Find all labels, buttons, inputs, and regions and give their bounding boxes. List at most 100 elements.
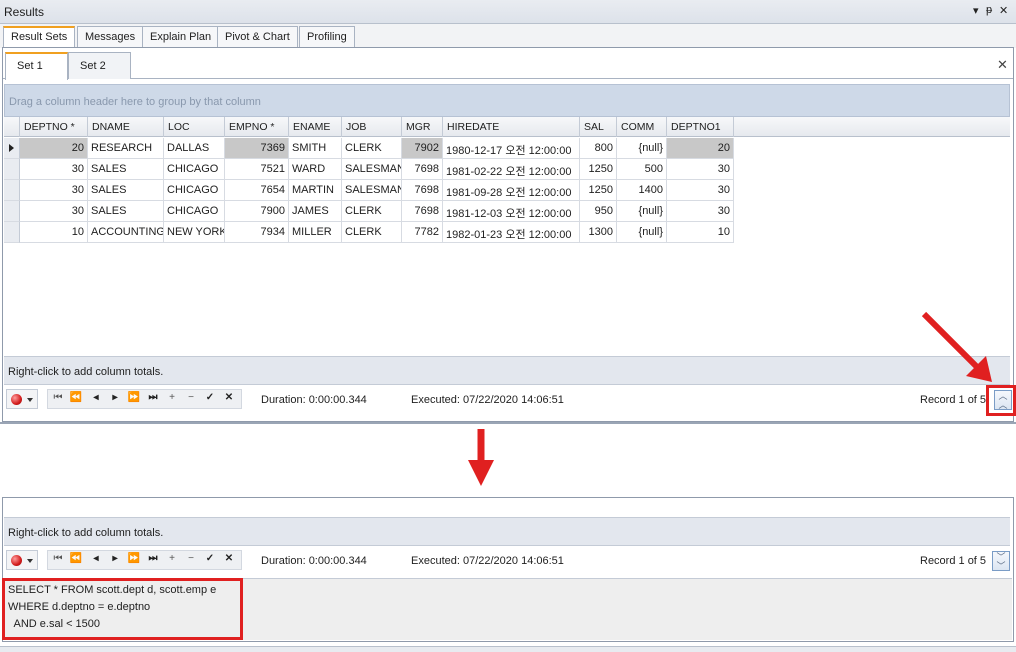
- cell-comm[interactable]: 500: [617, 159, 667, 180]
- cell-dname[interactable]: SALES: [88, 201, 164, 222]
- cell-deptno[interactable]: 20: [20, 138, 88, 159]
- cell-comm[interactable]: {null}: [617, 222, 667, 243]
- table-row[interactable]: 20 RESEARCH DALLAS 7369 SMITH CLERK 7902 1980-1…: [4, 138, 734, 159]
- table-row[interactable]: 10 ACCOUNTING NEW YORK 7934 MILLER CLERK 7782 1…: [4, 222, 734, 243]
- tab-pivot-chart[interactable]: Pivot & Chart: [217, 26, 298, 48]
- group-by-area[interactable]: Drag a column header here to group by th…: [4, 84, 1010, 117]
- cell-dname[interactable]: SALES: [88, 159, 164, 180]
- cell-loc[interactable]: CHICAGO: [164, 201, 225, 222]
- cell-mgr[interactable]: 7698: [402, 159, 443, 180]
- cell-hiredate[interactable]: 1982-01-23 오전 12:00:00: [443, 222, 580, 243]
- cell-loc[interactable]: CHICAGO: [164, 159, 225, 180]
- cell-hiredate[interactable]: 1981-02-22 오전 12:00:00: [443, 159, 580, 180]
- cell-loc[interactable]: DALLAS: [164, 138, 225, 159]
- cell-dname[interactable]: RESEARCH: [88, 138, 164, 159]
- cell-empno[interactable]: 7369: [225, 138, 289, 159]
- cell-deptno[interactable]: 30: [20, 201, 88, 222]
- last-page-icon[interactable]: ⏭: [145, 553, 161, 564]
- cell-mgr[interactable]: 7902: [402, 138, 443, 159]
- cell-mgr[interactable]: 7698: [402, 180, 443, 201]
- cell-job[interactable]: CLERK: [342, 138, 402, 159]
- table-row[interactable]: 30 SALES CHICAGO 7654 MARTIN SALESMAN 7698 1981…: [4, 180, 734, 201]
- column-header-loc[interactable]: LOC: [164, 117, 225, 137]
- next-record-icon[interactable]: ▸: [107, 392, 123, 403]
- close-icon[interactable]: ✕: [999, 4, 1008, 17]
- column-header-mgr[interactable]: MGR: [402, 117, 443, 137]
- totals-bar-lower[interactable]: Right-click to add column totals.: [4, 517, 1010, 546]
- cell-dname[interactable]: SALES: [88, 180, 164, 201]
- prev-record-icon[interactable]: ◂: [88, 553, 104, 564]
- cell-empno[interactable]: 7521: [225, 159, 289, 180]
- cell-deptno1[interactable]: 30: [667, 201, 734, 222]
- prev-page-icon[interactable]: ⏪: [68, 553, 84, 564]
- cell-empno[interactable]: 7654: [225, 180, 289, 201]
- confirm-icon[interactable]: ✓: [202, 392, 218, 403]
- cell-deptno1[interactable]: 30: [667, 180, 734, 201]
- table-row[interactable]: 30 SALES CHICAGO 7521 WARD SALESMAN 7698 1981-0…: [4, 159, 734, 180]
- dropdown-icon[interactable]: ▾: [973, 4, 979, 17]
- next-record-icon[interactable]: ▸: [107, 553, 123, 564]
- next-page-icon[interactable]: ⏩: [126, 392, 142, 403]
- pin-icon[interactable]: ᵽ: [986, 4, 992, 16]
- cell-sal[interactable]: 800: [580, 138, 617, 159]
- cell-comm[interactable]: 1400: [617, 180, 667, 201]
- close-set-icon[interactable]: ✕: [997, 57, 1008, 73]
- row-indicator[interactable]: [4, 222, 20, 243]
- cell-ename[interactable]: WARD: [289, 159, 342, 180]
- cancel-icon[interactable]: ✕: [221, 553, 237, 564]
- column-header-dname[interactable]: DNAME: [88, 117, 164, 137]
- collapse-sql-button[interactable]: ﹀ ﹀: [992, 551, 1010, 571]
- cell-ename[interactable]: JAMES: [289, 201, 342, 222]
- cell-empno[interactable]: 7934: [225, 222, 289, 243]
- cell-hiredate[interactable]: 1981-12-03 오전 12:00:00: [443, 201, 580, 222]
- column-header-ename[interactable]: ENAME: [289, 117, 342, 137]
- first-page-icon[interactable]: ⏮: [50, 553, 66, 564]
- column-header-sal[interactable]: SAL: [580, 117, 617, 137]
- cell-ename[interactable]: MILLER: [289, 222, 342, 243]
- row-indicator[interactable]: [4, 180, 20, 201]
- row-indicator[interactable]: [4, 159, 20, 180]
- add-record-icon[interactable]: +: [164, 553, 180, 564]
- cell-sal[interactable]: 950: [580, 201, 617, 222]
- record-button[interactable]: [6, 389, 38, 409]
- cell-hiredate[interactable]: 1981-09-28 오전 12:00:00: [443, 180, 580, 201]
- row-indicator[interactable]: [4, 201, 20, 222]
- tab-set-1[interactable]: Set 1: [5, 52, 68, 80]
- cell-sal[interactable]: 1250: [580, 180, 617, 201]
- column-header-job[interactable]: JOB: [342, 117, 402, 137]
- cell-deptno1[interactable]: 20: [667, 138, 734, 159]
- tab-messages[interactable]: Messages: [77, 26, 144, 48]
- tab-set-2[interactable]: Set 2: [68, 52, 131, 79]
- cell-comm[interactable]: {null}: [617, 138, 667, 159]
- delete-record-icon[interactable]: −: [183, 553, 199, 564]
- next-page-icon[interactable]: ⏩: [126, 553, 142, 564]
- cell-deptno[interactable]: 30: [20, 180, 88, 201]
- prev-record-icon[interactable]: ◂: [88, 392, 104, 403]
- add-record-icon[interactable]: +: [164, 392, 180, 403]
- cell-job[interactable]: CLERK: [342, 222, 402, 243]
- cell-loc[interactable]: CHICAGO: [164, 180, 225, 201]
- cell-sal[interactable]: 1300: [580, 222, 617, 243]
- column-header-comm[interactable]: COMM: [617, 117, 667, 137]
- column-header-deptno1[interactable]: DEPTNO1: [667, 117, 734, 137]
- row-indicator[interactable]: [4, 138, 20, 159]
- cell-empno[interactable]: 7900: [225, 201, 289, 222]
- cell-comm[interactable]: {null}: [617, 201, 667, 222]
- cell-sal[interactable]: 1250: [580, 159, 617, 180]
- cancel-icon[interactable]: ✕: [221, 392, 237, 403]
- record-button-lower[interactable]: [6, 550, 38, 570]
- column-header-deptno[interactable]: DEPTNO *: [20, 117, 88, 137]
- cell-mgr[interactable]: 7782: [402, 222, 443, 243]
- cell-loc[interactable]: NEW YORK: [164, 222, 225, 243]
- column-header-hiredate[interactable]: HIREDATE: [443, 117, 580, 137]
- tab-explain-plan[interactable]: Explain Plan: [142, 26, 220, 48]
- cell-deptno[interactable]: 30: [20, 159, 88, 180]
- table-row[interactable]: 30 SALES CHICAGO 7900 JAMES CLERK 7698 1981-12-…: [4, 201, 734, 222]
- cell-job[interactable]: SALESMAN: [342, 159, 402, 180]
- tab-profiling[interactable]: Profiling: [299, 26, 355, 48]
- prev-page-icon[interactable]: ⏪: [68, 392, 84, 403]
- totals-bar[interactable]: Right-click to add column totals.: [4, 356, 1010, 385]
- result-grid[interactable]: DEPTNO * DNAME LOC EMPNO * ENAME JOB MGR…: [4, 117, 1010, 357]
- delete-record-icon[interactable]: −: [183, 392, 199, 403]
- last-page-icon[interactable]: ⏭: [145, 392, 161, 403]
